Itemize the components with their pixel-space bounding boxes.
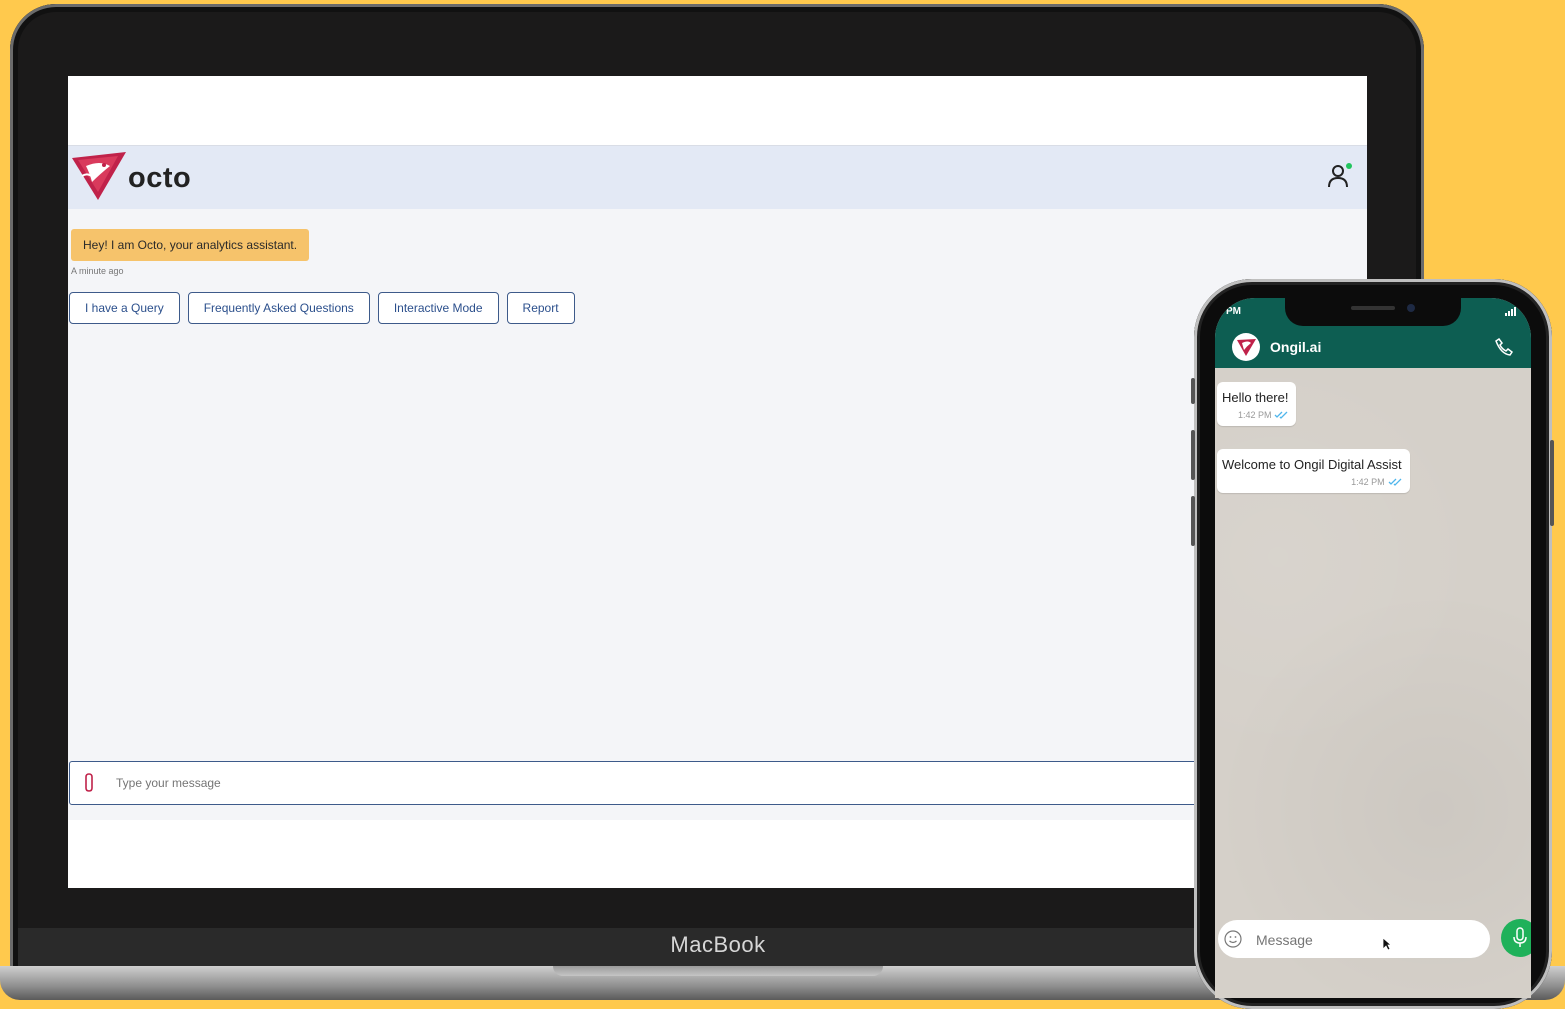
octo-chat-app: octo Hey! I am Octo, your analytics assi…: [68, 145, 1367, 820]
emoji-icon[interactable]: [1224, 930, 1242, 948]
user-icon[interactable]: [1327, 162, 1353, 188]
chat-message-meta: 1:42 PM: [1222, 477, 1402, 487]
chat-message-text: Welcome to Ongil Digital Assist: [1222, 457, 1402, 472]
message-composer: [69, 761, 1211, 805]
phone-side-button: [1191, 378, 1195, 404]
message-input[interactable]: [114, 771, 1118, 795]
chat-message-input[interactable]: [1254, 928, 1458, 952]
brand-logo[interactable]: octo: [70, 152, 210, 202]
double-check-icon: [1275, 411, 1288, 419]
quick-reply-report-button[interactable]: Report: [506, 292, 575, 324]
ongil-logo-icon: [1233, 334, 1259, 360]
notch-speaker: [1351, 306, 1395, 310]
chat-message-time: 1:42 PM: [1351, 477, 1385, 487]
contact-avatar[interactable]: [1232, 333, 1260, 361]
chat-message-meta: 1:42 PM: [1222, 410, 1288, 420]
octo-logo-icon: [72, 152, 126, 200]
voice-message-button[interactable]: [1501, 919, 1531, 957]
laptop-notch: [553, 966, 883, 976]
chat-message-time: 1:42 PM: [1237, 410, 1272, 420]
status-bar-time: PM: [1226, 306, 1241, 317]
chat-header: PM Ongil.ai: [1215, 298, 1531, 368]
notch-camera: [1407, 304, 1415, 312]
chat-message: Hello there! 1:42 PM: [1217, 382, 1297, 426]
phone-side-button: [1191, 496, 1195, 546]
phone-side-button: [1191, 430, 1195, 480]
phone-side-button: [1550, 440, 1554, 526]
chat-composer: [1218, 920, 1490, 958]
quick-reply-interactive-button[interactable]: Interactive Mode: [377, 292, 499, 324]
paperclip-icon[interactable]: [83, 773, 97, 793]
quick-reply-query-button[interactable]: I have a Query: [69, 292, 180, 324]
mic-icon: [1513, 927, 1527, 947]
bot-message-timestamp: A minute ago: [71, 266, 124, 276]
bot-message-bubble: Hey! I am Octo, your analytics assistant…: [71, 229, 310, 261]
chat-background: Hello there! 1:42 PM Welcome to Ongil Di…: [1215, 368, 1531, 998]
phone-screen: PM Ongil.ai Hello there! 1:42 PM Welcome…: [1215, 298, 1531, 998]
phone-call-icon[interactable]: [1495, 338, 1513, 356]
chat-message-text: Hello there!: [1222, 390, 1289, 405]
quick-replies: I have a Query Frequently Asked Question…: [69, 292, 575, 324]
double-check-icon: [1388, 478, 1402, 486]
app-header: octo: [68, 146, 1367, 209]
contact-name[interactable]: Ongil.ai: [1270, 339, 1321, 355]
quick-reply-faq-button[interactable]: Frequently Asked Questions: [187, 292, 370, 324]
brand-name: octo: [128, 162, 192, 194]
chat-message: Welcome to Ongil Digital Assist 1:42 PM: [1217, 449, 1410, 493]
mouse-cursor-icon: [1382, 937, 1392, 951]
phone-notch: [1285, 298, 1461, 326]
signal-icon: [1505, 307, 1516, 316]
laptop-screen: octo Hey! I am Octo, your analytics assi…: [68, 76, 1367, 888]
